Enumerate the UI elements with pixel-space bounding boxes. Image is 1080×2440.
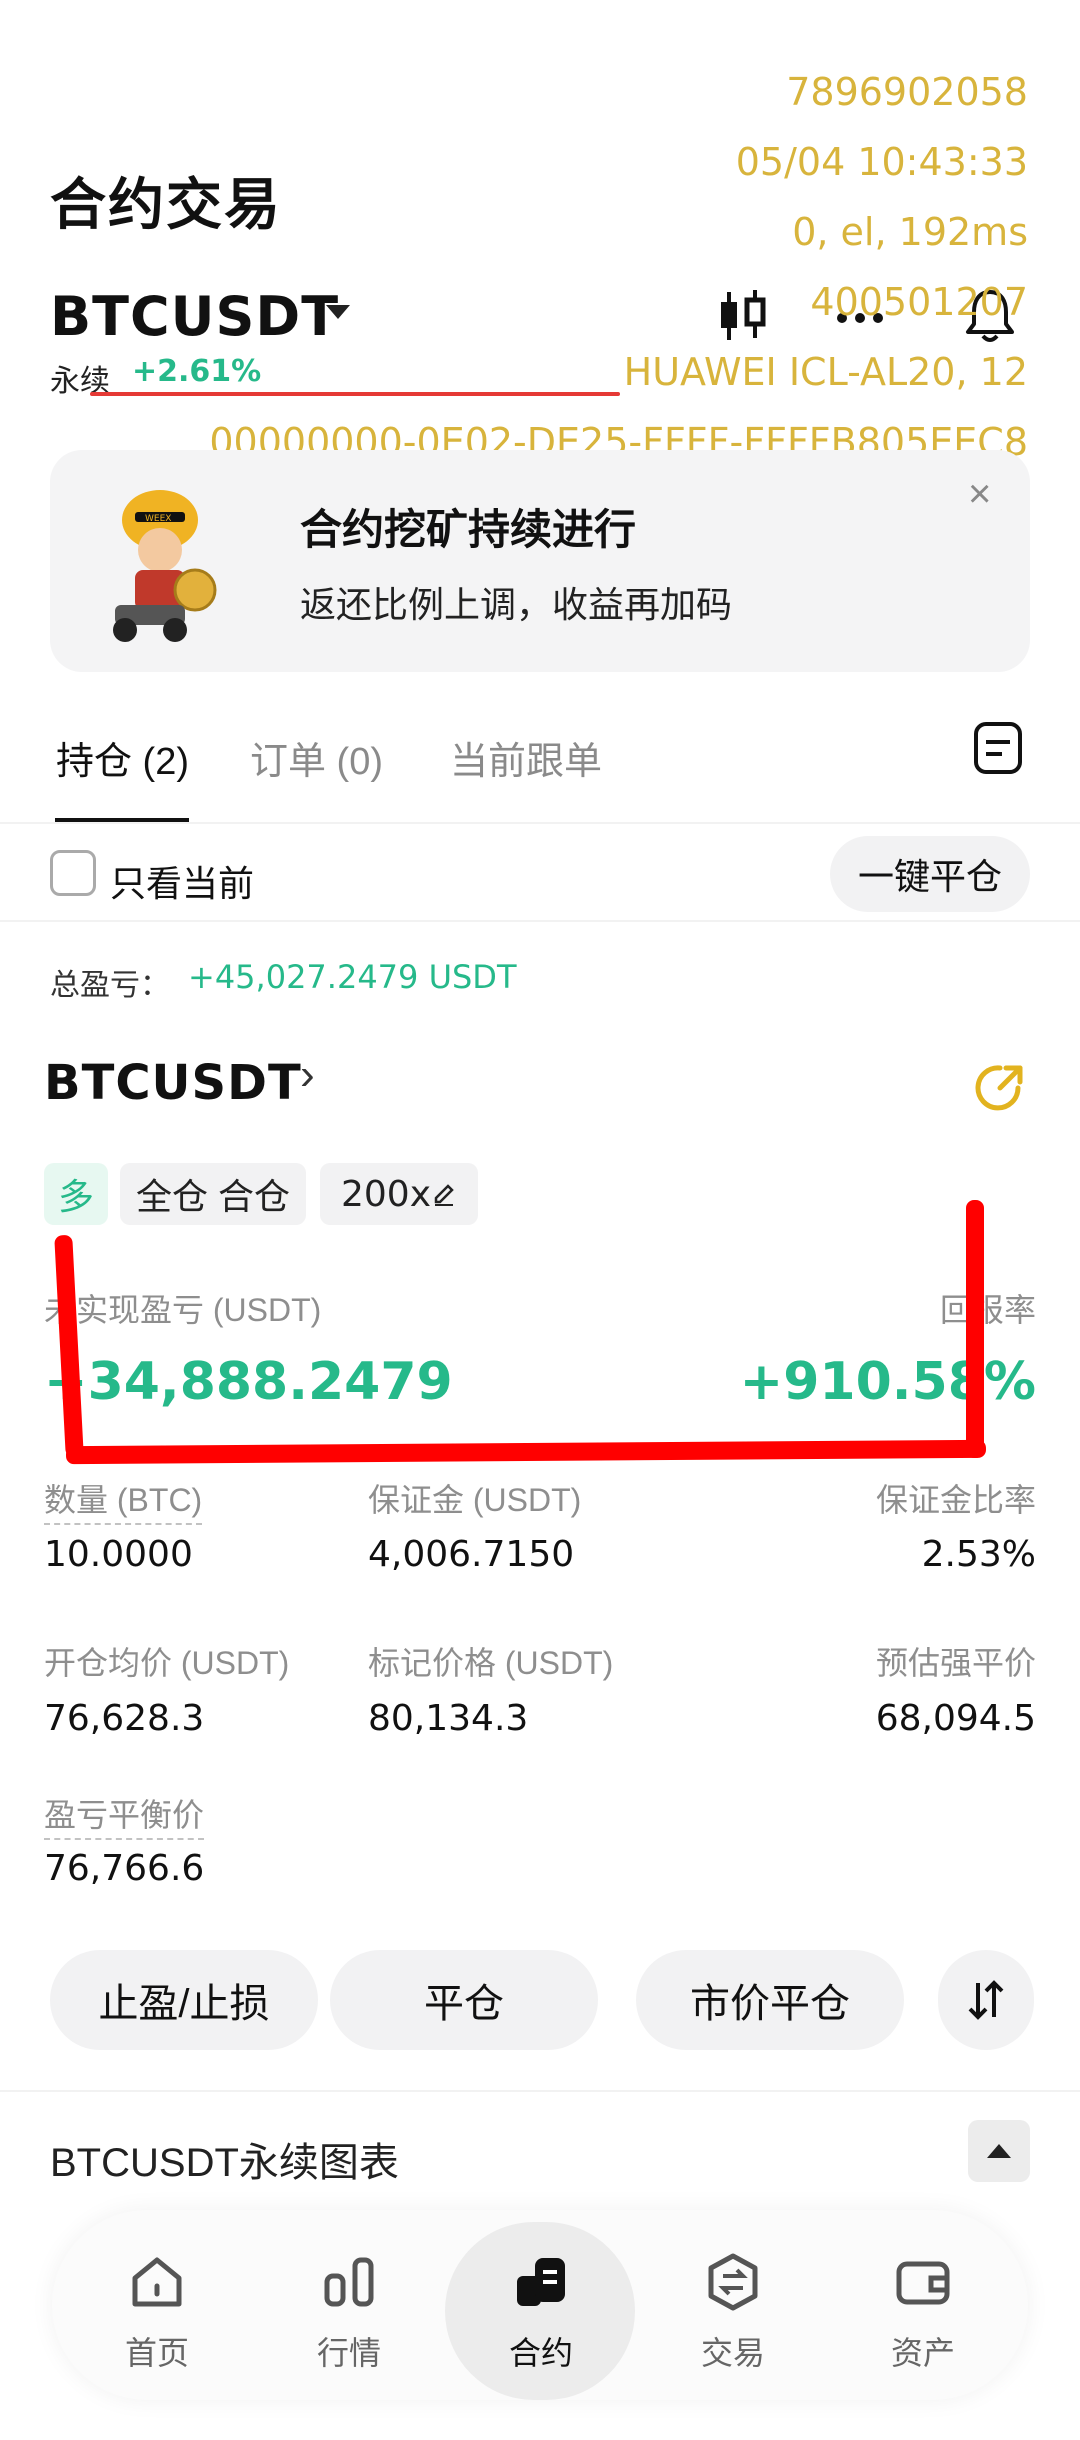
- price-change: +2.61%: [132, 354, 262, 389]
- edit-icon[interactable]: [431, 1181, 457, 1207]
- entry-price-label: 开仓均价 (USDT): [44, 1645, 290, 1681]
- roe-label: 回报率: [939, 1292, 1036, 1328]
- qty-value: 10.0000: [44, 1534, 193, 1575]
- close-position-button[interactable]: 平仓: [330, 1950, 598, 2050]
- overlay-line-4: 400501207: [810, 280, 1028, 324]
- banner-title: 合约挖矿持续进行: [300, 506, 637, 553]
- red-mark-bottom: [65, 1439, 987, 1465]
- margin-value: 4,006.7150: [368, 1534, 575, 1575]
- chevron-down-icon[interactable]: [326, 305, 350, 319]
- leverage-value: 200x: [340, 1173, 432, 1215]
- home-icon: [132, 2257, 182, 2307]
- nav-item-market[interactable]: 行情: [284, 2250, 414, 2380]
- chevron-up-icon: [987, 2144, 1011, 2158]
- roe-value: +910.58%: [739, 1352, 1036, 1412]
- total-pnl-label: 总盈亏：: [50, 969, 170, 1002]
- red-underline-mark: [90, 392, 620, 396]
- breakeven-label[interactable]: 盈亏平衡价: [44, 1790, 205, 1840]
- margin-ratio-label: 保证金比率: [875, 1482, 1036, 1518]
- nav-item-assets[interactable]: 资产: [858, 2250, 988, 2380]
- share-icon[interactable]: [970, 1058, 1030, 1118]
- tpsl-button[interactable]: 止盈/止损: [50, 1950, 318, 2050]
- collapse-button[interactable]: [968, 2120, 1030, 2182]
- nav-label-trade: 交易: [700, 2335, 765, 2371]
- red-mark-left: [54, 1234, 84, 1458]
- swap-icon: [968, 1980, 1004, 2020]
- wallet-icon: [896, 2261, 950, 2305]
- mark-price-value: 80,134.3: [368, 1698, 529, 1739]
- chart-section-label[interactable]: BTCUSDT永续图表: [50, 2130, 399, 2188]
- symbol-selector[interactable]: BTCUSDT: [50, 285, 339, 348]
- tab-copy-trading[interactable]: 当前跟单: [450, 730, 602, 785]
- close-all-button[interactable]: 一键平仓: [830, 836, 1030, 912]
- breakeven-value: 76,766.6: [44, 1848, 205, 1889]
- divider: [0, 2090, 1080, 2092]
- red-mark-right: [966, 1200, 984, 1458]
- overlay-line-5: HUAWEI ICL-AL20, 12: [623, 350, 1028, 394]
- close-icon[interactable]: ×: [968, 472, 991, 517]
- nav-label-market: 行情: [316, 2335, 381, 2371]
- futures-icon: [517, 2258, 565, 2306]
- qty-label[interactable]: 数量 (BTC): [44, 1475, 203, 1525]
- liq-price-label: 预估强平价: [875, 1645, 1036, 1681]
- nav-label-home: 首页: [124, 2335, 189, 2371]
- mascot-text: WEEX: [145, 514, 171, 524]
- tab-orders[interactable]: 订单 (0): [250, 730, 383, 785]
- banner-subtitle: 返还比例上调，收益再加码: [300, 584, 733, 625]
- mascot-image: WEEX: [113, 490, 217, 642]
- divider: [0, 920, 1080, 922]
- nav-label-futures: 合约: [508, 2335, 573, 2371]
- unrealized-pnl-value: +34,888.2479: [44, 1352, 453, 1412]
- candlestick-icon[interactable]: [712, 286, 772, 346]
- trade-icon: [708, 2253, 758, 2311]
- leverage-tag[interactable]: 200x: [320, 1163, 478, 1225]
- swap-button[interactable]: [938, 1950, 1034, 2050]
- margin-ratio-value: 2.53%: [921, 1534, 1036, 1575]
- liq-price-value: 68,094.5: [875, 1698, 1036, 1739]
- only-current-checkbox[interactable]: [50, 850, 96, 896]
- nav-item-home[interactable]: 首页: [92, 2250, 222, 2380]
- overlay-line-3: 0, el, 192ms: [792, 210, 1028, 254]
- mark-price-label: 标记价格 (USDT): [368, 1645, 614, 1681]
- position-symbol[interactable]: BTCUSDT: [44, 1055, 302, 1111]
- margin-mode-tag: 全仓 合仓: [120, 1163, 306, 1225]
- margin-label: 保证金 (USDT): [368, 1482, 582, 1518]
- overlay-line-1: 7896902058: [786, 70, 1028, 114]
- market-close-button[interactable]: 市价平仓: [636, 1950, 904, 2050]
- total-pnl-value: +45,027.2479 USDT: [188, 958, 517, 996]
- only-current-label: 只看当前: [110, 863, 255, 904]
- divider: [0, 822, 1080, 824]
- nav-item-futures[interactable]: 合约: [476, 2250, 606, 2380]
- unrealized-pnl-label: 未实现盈亏 (USDT): [44, 1292, 322, 1328]
- overlay-line-2: 05/04 10:43:33: [735, 140, 1028, 184]
- nav-item-trade[interactable]: 交易: [668, 2250, 798, 2380]
- market-icon: [324, 2257, 374, 2307]
- entry-price-value: 76,628.3: [44, 1698, 205, 1739]
- document-icon[interactable]: [970, 720, 1026, 776]
- page-title: 合约交易: [50, 173, 282, 236]
- chevron-right-icon[interactable]: ›: [300, 1050, 315, 1100]
- tab-positions[interactable]: 持仓 (2): [56, 730, 189, 785]
- nav-label-assets: 资产: [890, 2335, 955, 2371]
- side-tag: 多: [44, 1163, 108, 1225]
